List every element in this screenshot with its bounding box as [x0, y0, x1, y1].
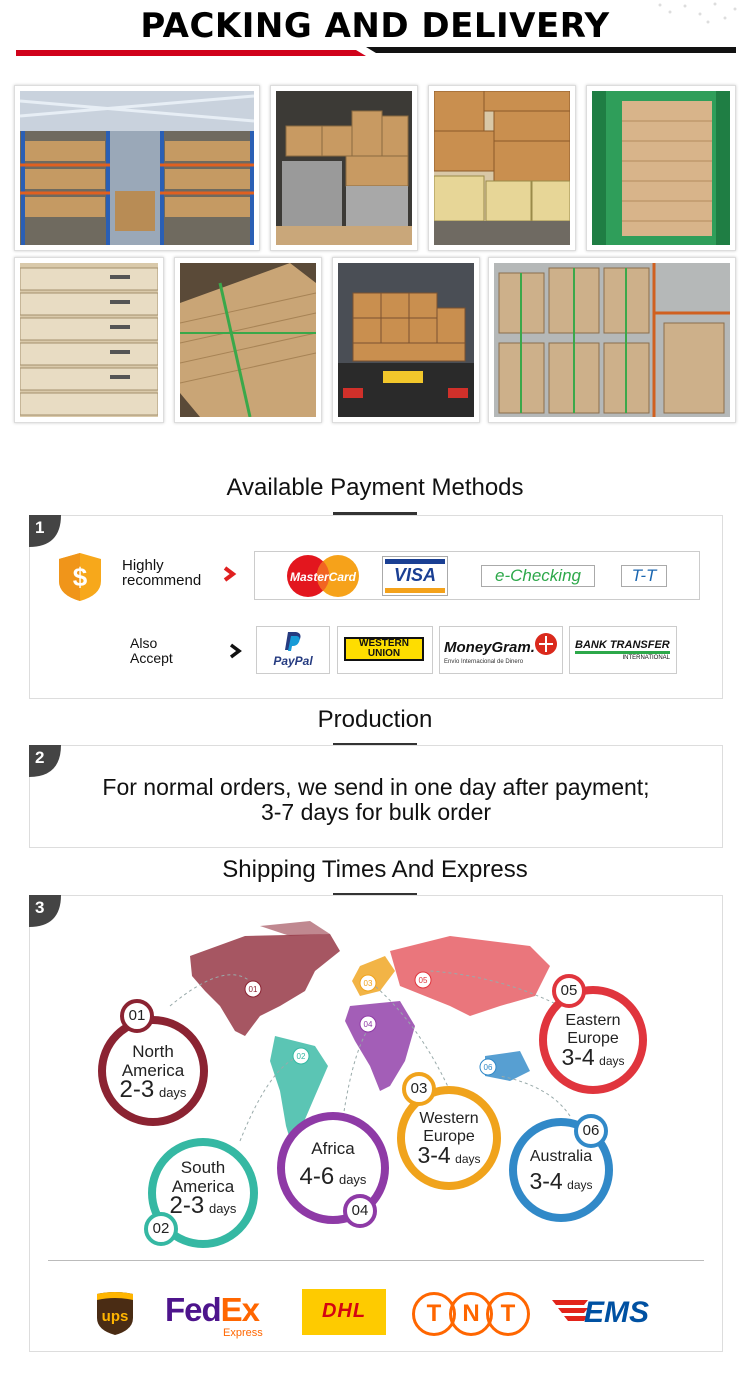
bank-transfer-logo[interactable]: BANK TRANSFER INTERNATIONAL [569, 626, 677, 674]
shipping-panel: 3 01 02 03 04 05 06 North America 2-3 da… [29, 895, 723, 1352]
truck-loading-photo [332, 257, 480, 423]
payment-panel: 1 $ Highly recommend MasterCard VISA e-C… [29, 515, 723, 699]
region-number-badge: 03 [402, 1072, 436, 1106]
payment-section-title: Available Payment Methods [226, 474, 524, 501]
eastern-europe-circle: Eastern Europe 3-4 days [539, 986, 647, 1094]
region-number-badge: 02 [144, 1212, 178, 1246]
svg-text:02: 02 [297, 1052, 306, 1061]
region-number-badge: 01 [120, 999, 154, 1033]
region-number-badge: 06 [574, 1114, 608, 1148]
ems-logo: EMS [552, 1294, 664, 1334]
svg-text:01: 01 [249, 985, 258, 994]
production-panel: 2 For normal orders, we send in one day … [29, 745, 723, 848]
dotted-decoration [658, 2, 737, 24]
svg-text:$: $ [73, 562, 88, 592]
paypal-icon [285, 632, 301, 651]
production-section-title: Production [317, 706, 433, 733]
svg-text:06: 06 [484, 1063, 493, 1072]
warehouse-photo [14, 85, 260, 251]
boxes-closeup-photo [14, 257, 164, 423]
visa-logo[interactable]: VISA [382, 556, 448, 596]
north-america-circle: North America 2-3 days [98, 1016, 208, 1126]
step-number: 2 [35, 748, 45, 767]
region-number-badge: 04 [343, 1194, 377, 1228]
tnt-logo: T N T [412, 1292, 530, 1336]
header-divider [16, 47, 736, 56]
dollar-shield-icon: $ [59, 553, 101, 601]
step-badge [29, 515, 61, 547]
page-title: PACKING AND DELIVERY [140, 6, 610, 46]
paypal-logo[interactable]: PayPal [256, 626, 330, 674]
dhl-logo: DHL [302, 1289, 386, 1335]
western-union-logo[interactable]: WESTERN UNION [337, 626, 433, 674]
highly-recommend-label: Highly recommend [122, 557, 202, 589]
container-loading-photo [270, 85, 418, 251]
pallets-warehouse-photo [488, 257, 736, 423]
green-container-photo [586, 85, 736, 251]
moneygram-globe-icon [535, 633, 557, 655]
svg-text:ups: ups [102, 1308, 129, 1325]
svg-text:05: 05 [419, 976, 428, 985]
crates-photo [428, 85, 576, 251]
step-badge [29, 745, 61, 777]
moneygram-logo[interactable]: MoneyGram. Envío Internacional de Dinero [439, 626, 563, 674]
recommended-methods-box: MasterCard VISA e-Checking T-T [254, 551, 700, 600]
production-description: For normal orders, we send in one day af… [102, 774, 650, 825]
strapped-boxes-photo [174, 257, 322, 423]
mastercard-logo[interactable]: MasterCard [283, 554, 363, 598]
svg-text:03: 03 [364, 979, 373, 988]
shipping-section-title: Shipping Times And Express [222, 856, 528, 883]
ups-logo: ups [97, 1292, 133, 1335]
step-number: 1 [35, 518, 45, 537]
svg-text:MasterCard: MasterCard [290, 570, 357, 584]
courier-divider [48, 1260, 704, 1261]
region-number-badge: 05 [552, 974, 586, 1008]
tt-transfer-logo[interactable]: T-T [621, 565, 667, 587]
chevron-right-icon [223, 566, 237, 582]
chevron-right-icon [229, 643, 242, 659]
svg-text:04: 04 [364, 1020, 373, 1029]
echecking-logo[interactable]: e-Checking [481, 565, 595, 587]
fedex-logo: FedEx Express [165, 1291, 263, 1339]
also-accept-label: Also Accept [130, 635, 173, 666]
